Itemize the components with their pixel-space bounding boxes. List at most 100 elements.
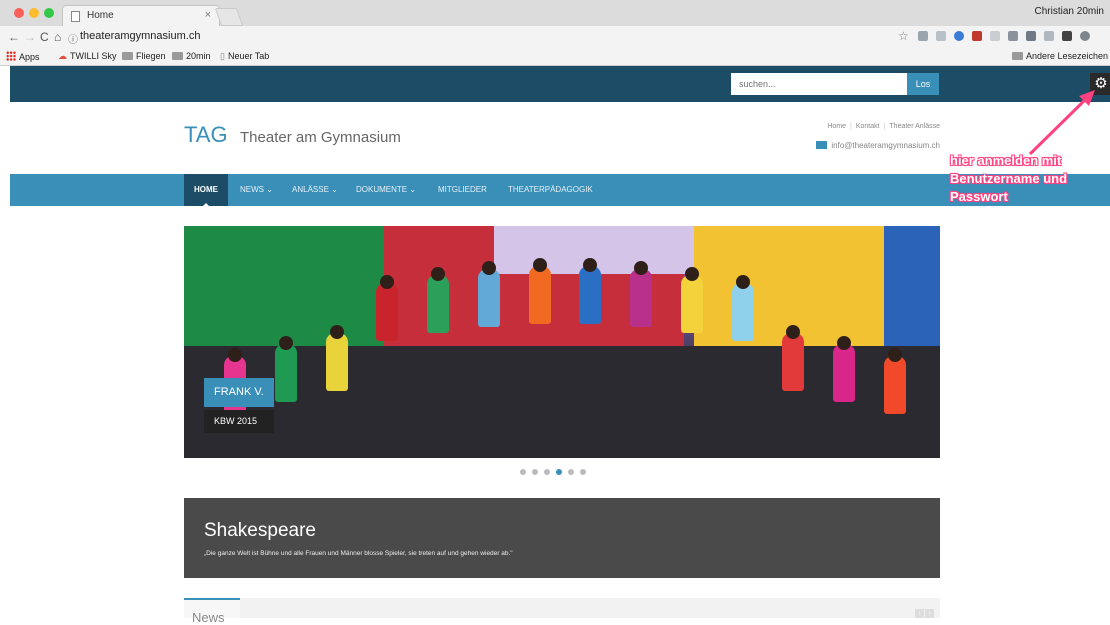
url-input[interactable]: theateramgymnasium.ch bbox=[80, 30, 200, 42]
slider-dot[interactable] bbox=[532, 469, 538, 475]
actor-head bbox=[735, 274, 750, 289]
bookmark-fliegen[interactable]: Fliegen bbox=[122, 51, 166, 61]
slider-dot[interactable] bbox=[568, 469, 574, 475]
actor-head bbox=[481, 261, 496, 276]
bookmark-star-icon[interactable]: ☆ bbox=[898, 29, 909, 43]
close-window-button[interactable] bbox=[14, 8, 24, 18]
tab-title: Home bbox=[87, 10, 114, 21]
home-icon[interactable]: ⌂ bbox=[54, 30, 61, 44]
bookmarks-bar: Apps ☁ TWILLI Sky Fliegen 20min ▯ Neuer Ta… bbox=[0, 48, 1110, 66]
extension-icon[interactable] bbox=[1062, 31, 1072, 41]
actor-figure bbox=[680, 274, 703, 333]
back-icon[interactable]: ← bbox=[8, 30, 20, 44]
page-icon bbox=[71, 11, 80, 22]
actor-figure bbox=[325, 332, 348, 391]
site-title: Theater am Gymnasium bbox=[240, 129, 401, 146]
nav-theaterpaedagogik[interactable]: THEATERPÄDAGOGIK bbox=[498, 174, 603, 206]
reload-icon[interactable]: C bbox=[40, 30, 49, 44]
stage-backdrop bbox=[884, 226, 940, 346]
link-theater-anlaesse[interactable]: Theater Anlässe bbox=[889, 123, 940, 130]
folder-icon bbox=[122, 52, 133, 60]
minimize-window-button[interactable] bbox=[29, 8, 39, 18]
header-email[interactable]: info@theateramgymnasium.ch bbox=[805, 141, 940, 150]
actor-head bbox=[431, 266, 446, 281]
link-home[interactable]: Home bbox=[827, 123, 846, 130]
quote-text: „Die ganze Welt ist Bühne und alle Fraue… bbox=[204, 550, 513, 557]
main-nav: HOME NEWS ⌄ ANLÄSSE ⌄ DOKUMENTE ⌄ MITGLI… bbox=[10, 174, 1110, 207]
search-input[interactable] bbox=[731, 73, 907, 95]
address-bar-row: ← → C ⌂ ⓘ theateramgymnasium.ch ☆ bbox=[0, 26, 1110, 48]
nav-news[interactable]: NEWS ⌄ bbox=[230, 174, 283, 206]
slide-caption-subtitle: KBW 2015 bbox=[204, 410, 274, 433]
slider-dot[interactable] bbox=[520, 469, 526, 475]
nav-mitglieder[interactable]: MITGLIEDER bbox=[428, 174, 497, 206]
actor-head bbox=[532, 258, 547, 273]
nav-dokumente[interactable]: DOKUMENTE ⌄ bbox=[346, 174, 426, 206]
info-icon[interactable]: ⓘ bbox=[68, 31, 78, 46]
actor-figure bbox=[579, 266, 602, 325]
bookmark-twilli[interactable]: ☁ TWILLI Sky bbox=[58, 51, 117, 62]
extension-icon[interactable] bbox=[990, 31, 1000, 41]
separator: | bbox=[850, 123, 852, 130]
tab-close-icon[interactable]: × bbox=[205, 9, 211, 21]
actor-figure bbox=[376, 282, 399, 341]
bookmark-20min[interactable]: 20min bbox=[172, 51, 211, 61]
forward-icon[interactable]: → bbox=[24, 30, 36, 44]
chevron-left-icon[interactable]: ‹ bbox=[915, 609, 924, 618]
annotation-text: hier anmelden mit Benutzername und Passw… bbox=[950, 153, 1068, 204]
search-button[interactable]: Los bbox=[907, 73, 939, 95]
extension-icon[interactable] bbox=[1008, 31, 1018, 41]
actor-head bbox=[684, 266, 699, 281]
annotation-arrow bbox=[1028, 90, 1095, 156]
site-topbar: Los ⚙ bbox=[10, 66, 1110, 102]
envelope-icon bbox=[816, 141, 828, 149]
link-kontakt[interactable]: Kontakt bbox=[856, 123, 880, 130]
folder-icon bbox=[172, 52, 183, 60]
extension-icon[interactable] bbox=[954, 31, 964, 41]
nav-home[interactable]: HOME bbox=[184, 174, 228, 207]
actor-figure bbox=[731, 282, 754, 341]
actor-head bbox=[278, 336, 293, 351]
bookmark-other[interactable]: Andere Lesezeichen bbox=[1012, 51, 1108, 61]
bookmark-apps[interactable]: Apps bbox=[6, 51, 40, 62]
browser-tab-home[interactable]: Home × bbox=[62, 5, 220, 26]
bookmark-neuer-tab[interactable]: ▯ Neuer Tab bbox=[220, 51, 269, 62]
nav-anlaesse[interactable]: ANLÄSSE ⌄ bbox=[282, 174, 348, 206]
actor-figure bbox=[833, 344, 856, 403]
slider-dot[interactable] bbox=[580, 469, 586, 475]
site-logo[interactable]: TAG bbox=[184, 122, 228, 148]
hero-slider[interactable] bbox=[184, 226, 940, 458]
actor-figure bbox=[427, 274, 450, 333]
slider-dot[interactable] bbox=[544, 469, 550, 475]
extension-icon[interactable] bbox=[1044, 31, 1054, 41]
cloud-icon: ☁ bbox=[58, 51, 67, 61]
actor-figure bbox=[528, 266, 551, 325]
actor-figure bbox=[884, 356, 906, 414]
extension-icon[interactable] bbox=[1080, 31, 1090, 41]
tab-news[interactable]: News bbox=[184, 598, 240, 625]
extension-icon[interactable] bbox=[972, 31, 982, 41]
actor-head bbox=[329, 324, 344, 339]
chevron-right-icon[interactable]: › bbox=[925, 609, 934, 618]
folder-icon bbox=[1012, 52, 1023, 60]
slide-caption-title: FRANK V. bbox=[204, 378, 274, 407]
news-pager: ‹ › bbox=[914, 602, 934, 620]
profile-name[interactable]: Christian 20min bbox=[1035, 6, 1104, 17]
slider-dot[interactable] bbox=[556, 469, 562, 475]
actor-figure bbox=[630, 269, 653, 328]
news-section: News ‹ › bbox=[184, 598, 940, 625]
actor-head bbox=[228, 348, 242, 362]
page-icon: ▯ bbox=[220, 51, 225, 61]
apps-grid-icon bbox=[6, 51, 16, 61]
actor-figure bbox=[477, 269, 500, 328]
quote-block: Shakespeare „Die ganze Welt ist Bühne un… bbox=[184, 498, 940, 578]
maximize-window-button[interactable] bbox=[44, 8, 54, 18]
actor-figure bbox=[274, 344, 297, 403]
browser-tab-bar: Home × Christian 20min bbox=[0, 0, 1110, 26]
stage-floor bbox=[184, 346, 940, 458]
extension-icon[interactable] bbox=[936, 31, 946, 41]
actor-head bbox=[888, 348, 902, 362]
extension-icon[interactable] bbox=[1026, 31, 1036, 41]
header-links: Home | Kontakt | Theater Anlässe bbox=[800, 123, 940, 130]
extension-icon[interactable] bbox=[918, 31, 928, 41]
